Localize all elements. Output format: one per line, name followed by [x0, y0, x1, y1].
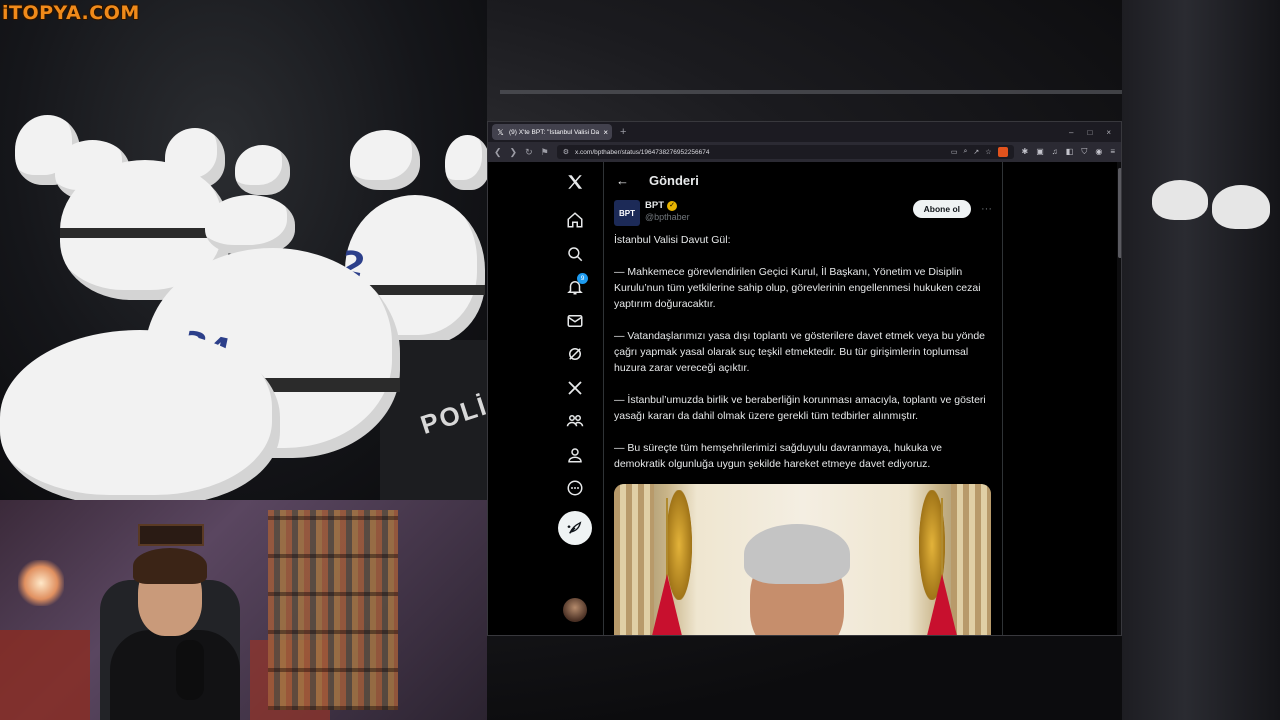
profile-icon[interactable]	[563, 443, 587, 467]
grok-icon[interactable]	[563, 342, 587, 366]
post-header: ← Gönderi	[604, 162, 1002, 198]
gold-ornament	[666, 490, 692, 600]
page-scrollbar[interactable]	[1117, 162, 1121, 635]
author-names: BPT ✓ @bpthaber	[645, 200, 690, 222]
notifications-icon[interactable]: 9	[563, 273, 588, 299]
more-options-icon[interactable]: ···	[981, 203, 992, 215]
premium-x-icon[interactable]	[563, 376, 587, 400]
x-sidebar: 9	[550, 162, 600, 635]
governor-portrait	[722, 524, 872, 635]
post-column: ← Gönderi BPT BPT ✓ @bpthaber Abone ol ·…	[603, 162, 1003, 635]
back-arrow-icon[interactable]: ❮	[494, 147, 502, 158]
background-crowd	[1122, 0, 1280, 720]
rug	[0, 630, 90, 720]
verified-badge-icon: ✓	[667, 200, 677, 211]
bookshelf	[268, 510, 398, 710]
tab-close-icon[interactable]: ×	[603, 128, 608, 137]
microphone	[176, 640, 204, 700]
more-icon[interactable]	[563, 476, 587, 500]
sidebar-icon[interactable]: ◧	[1066, 147, 1074, 157]
streamer-hair	[133, 548, 207, 584]
brave-shield-icon[interactable]	[997, 147, 1008, 157]
wall-frame	[138, 524, 204, 546]
notification-badge: 9	[577, 273, 588, 284]
browser-tab[interactable]: 𝕏 (9) X'te BPT: "İstanbul Valisi Davut G…	[492, 124, 612, 140]
x-logo-icon[interactable]	[563, 170, 587, 194]
author-display-name[interactable]: BPT	[645, 200, 664, 211]
site-logo: iTOPYA.COM	[2, 2, 140, 24]
account-avatar[interactable]	[563, 598, 587, 622]
url-text[interactable]: x.com/bpthaber/status/196473827695225667…	[575, 149, 945, 156]
x-icon: 𝕏	[497, 127, 504, 137]
post-paragraph: — İstanbul’umuzda birlik ve beraberliğin…	[614, 394, 986, 422]
wallet-icon[interactable]: ▣	[1036, 147, 1044, 157]
feather-icon	[567, 521, 582, 534]
site-info-icon[interactable]: ⚙	[563, 148, 569, 156]
shield-icon[interactable]: ⛉	[1081, 147, 1087, 157]
helmet	[205, 195, 295, 255]
curtain	[951, 484, 991, 635]
curtain	[614, 484, 654, 635]
post-paragraph: — Mahkemece görevlendirilen Geçici Kurul…	[614, 266, 981, 310]
post-author: BPT BPT ✓ @bpthaber Abone ol ···	[604, 198, 1002, 230]
communities-icon[interactable]	[563, 409, 587, 433]
new-tab-button[interactable]: +	[620, 126, 626, 138]
browser-window: 𝕏 (9) X'te BPT: "İstanbul Valisi Davut G…	[487, 121, 1122, 636]
tab-bar: 𝕏 (9) X'te BPT: "İstanbul Valisi Davut G…	[488, 122, 1121, 142]
author-handle[interactable]: @bpthaber	[645, 212, 690, 222]
messages-icon[interactable]	[563, 309, 587, 333]
home-icon[interactable]	[563, 208, 587, 232]
reload-icon[interactable]: ↻	[525, 147, 533, 158]
bookmark-icon[interactable]: ⚑	[541, 147, 549, 158]
helmet	[235, 145, 290, 195]
helmet	[350, 130, 420, 190]
address-bar[interactable]: ⚙ x.com/bpthaber/status/1964738276952256…	[556, 145, 1014, 159]
reader-view-icon[interactable]: ▭	[951, 148, 958, 156]
window-controls: – □ ×	[1069, 128, 1121, 137]
toolbar-icons: ✱ ▣ ♫ ◧ ⛉ ◉ ≡	[1022, 147, 1115, 157]
stream-canvas: 2 POLİ 34 iTOPYA.COM 𝕏 (9) X'te BPT: "İs…	[0, 0, 1280, 720]
helmet	[1212, 185, 1270, 229]
back-icon[interactable]: ←	[616, 173, 629, 188]
tab-title: (9) X'te BPT: "İstanbul Valisi Davut Gül…	[509, 128, 600, 136]
news-video-panel: 2 POLİ 34 iTOPYA.COM	[0, 0, 487, 500]
lamp	[18, 560, 64, 606]
page-title: Gönderi	[649, 172, 699, 188]
author-avatar[interactable]: BPT	[614, 200, 640, 226]
scroll-thumb[interactable]	[1118, 168, 1121, 258]
menu-icon[interactable]: ≡	[1110, 147, 1115, 157]
helmet	[445, 135, 487, 190]
compose-post-button[interactable]	[558, 511, 592, 545]
nav-bar: ❮ ❯ ↻ ⚑ ⚙ x.com/bpthaber/status/19647382…	[488, 142, 1121, 162]
streamer-shirt	[110, 630, 240, 720]
search-icon[interactable]	[563, 242, 587, 266]
helmet	[0, 330, 280, 500]
subscribe-button[interactable]: Abone ol	[912, 200, 971, 218]
avatar-logo-text: BPT	[619, 208, 635, 218]
post-paragraph: — Vatandaşlarımızı yasa dışı toplantı ve…	[614, 330, 986, 374]
post-text: İstanbul Valisi Davut Gül: — Mahkemece g…	[604, 230, 1002, 472]
helmet	[1152, 180, 1208, 220]
extensions-icon[interactable]: ✱	[1022, 147, 1029, 157]
forward-arrow-icon[interactable]: ❯	[510, 147, 518, 158]
hair	[744, 524, 850, 584]
profile-icon[interactable]: ◉	[1095, 147, 1102, 157]
share-icon[interactable]: ↗	[973, 148, 979, 156]
media-icon[interactable]: ♫	[1052, 147, 1058, 157]
x-page: 9 ← Gönderi BPT BPT ✓ @bpthaber Abone ol…	[488, 162, 1121, 635]
vest-label: POLİ	[416, 390, 487, 440]
name-line: BPT ✓	[645, 200, 690, 211]
close-window-button[interactable]: ×	[1106, 128, 1111, 137]
post-image[interactable]	[614, 484, 991, 635]
maximize-button[interactable]: □	[1087, 128, 1092, 137]
bookmark-star-icon[interactable]: ☆	[985, 148, 991, 156]
post-paragraph: İstanbul Valisi Davut Gül:	[614, 234, 731, 246]
zoom-icon[interactable]: ⌕	[963, 148, 967, 156]
streamer-webcam	[0, 500, 487, 720]
post-paragraph: — Bu süreçte tüm hemşehrilerimizi sağduy…	[614, 442, 942, 470]
minimize-button[interactable]: –	[1069, 128, 1073, 137]
